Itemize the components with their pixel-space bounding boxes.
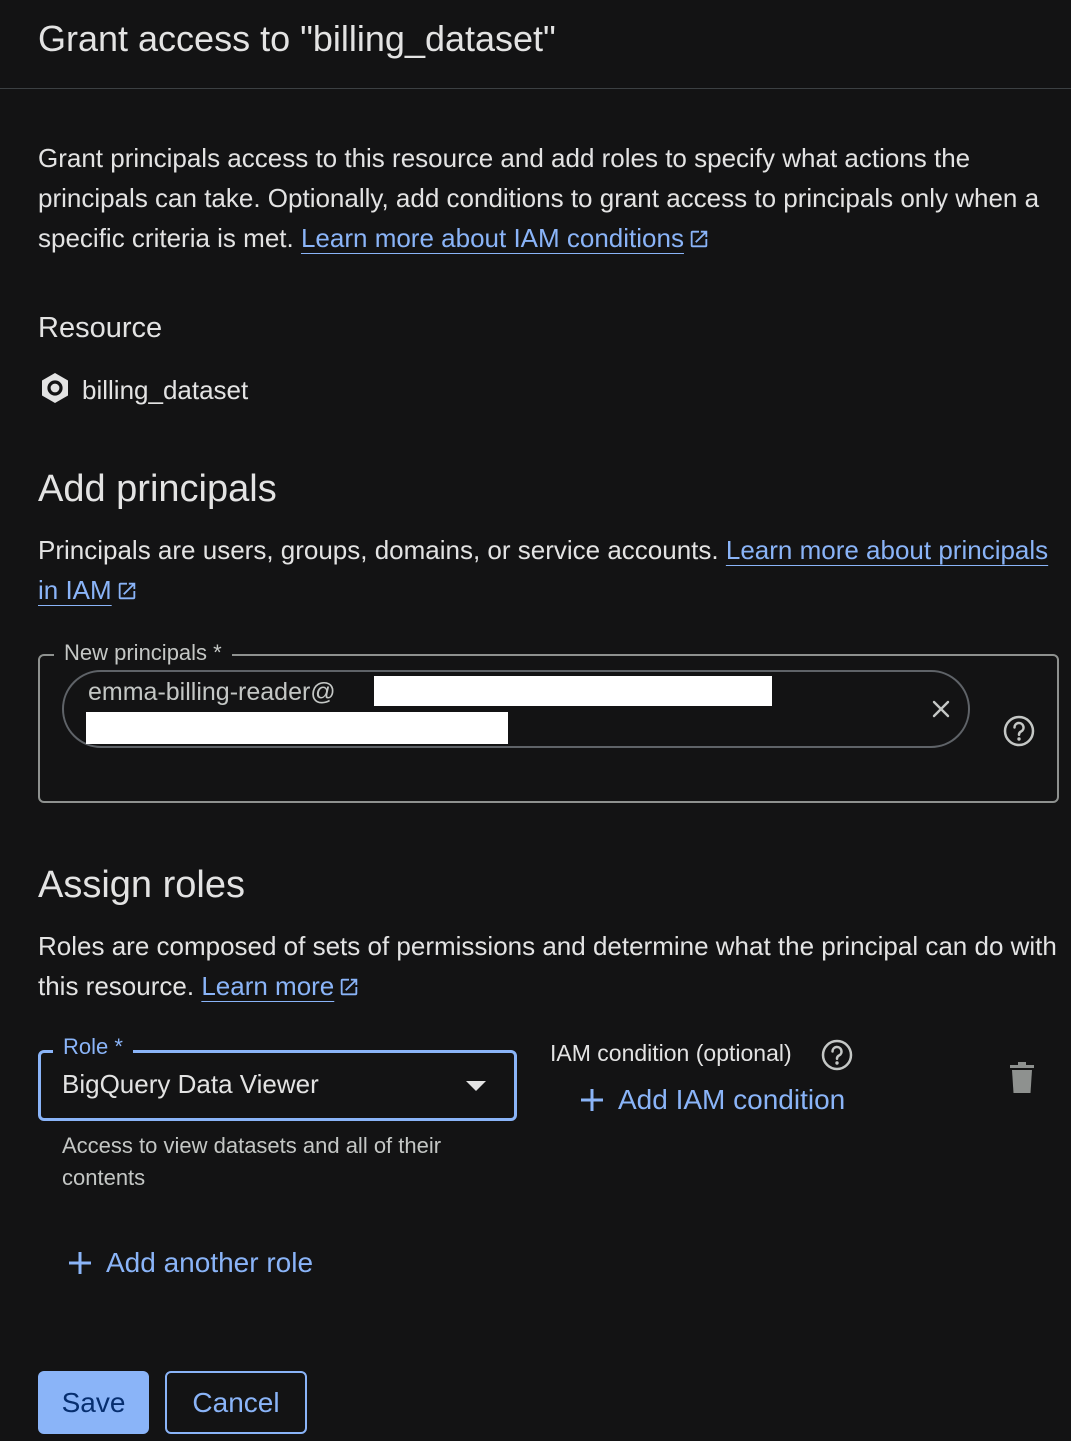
delete-icon[interactable] [1004, 1060, 1040, 1096]
role-selected-value: BigQuery Data Viewer [62, 1069, 319, 1099]
resource-name: billing_dataset [82, 374, 249, 405]
principals-description-text: Principals are users, groups, domains, o… [38, 535, 719, 565]
external-link-icon [338, 969, 360, 1009]
principals-description: Principals are users, groups, domains, o… [38, 530, 1058, 613]
principal-chip-text: emma-billing-reader@ [88, 678, 336, 706]
bigquery-dataset-icon [38, 371, 72, 410]
add-another-role-label: Add another role [106, 1247, 314, 1278]
external-link-icon [116, 573, 138, 613]
plus-icon [581, 1089, 603, 1111]
panel-title: Grant access to "billing_dataset" [38, 18, 556, 59]
role-select[interactable]: Role * BigQuery Data Viewer [38, 1034, 517, 1121]
external-link-icon [688, 221, 710, 261]
plus-icon [69, 1252, 91, 1274]
add-another-role-button[interactable]: Add another role [66, 1247, 313, 1279]
roles-learn-more-link[interactable]: Learn more [201, 971, 334, 1001]
principal-chip[interactable]: emma-billing-reader@ [62, 670, 970, 748]
role-label: Role * [53, 1034, 133, 1060]
cancel-button[interactable]: Cancel [165, 1371, 307, 1434]
resource-heading: Resource [38, 312, 163, 344]
assign-roles-heading: Assign roles [38, 864, 245, 906]
help-icon[interactable] [1002, 714, 1036, 748]
help-icon[interactable] [820, 1038, 854, 1072]
add-principals-heading: Add principals [38, 468, 277, 510]
roles-description-text: Roles are composed of sets of permission… [38, 931, 1057, 1001]
new-principals-label: New principals * [54, 640, 232, 666]
resource-row: billing_dataset [38, 372, 248, 408]
panel-header: Grant access to "billing_dataset" [0, 0, 1071, 89]
add-iam-condition-button[interactable]: Add IAM condition [578, 1084, 845, 1116]
intro-text: Grant principals access to this resource… [38, 138, 1058, 261]
add-iam-condition-label: Add IAM condition [618, 1084, 846, 1115]
iam-condition-label: IAM condition (optional) [550, 1040, 792, 1066]
dropdown-arrow-icon [466, 1081, 486, 1091]
redacted-block [86, 712, 508, 744]
close-icon[interactable] [926, 694, 956, 724]
new-principals-field[interactable]: New principals * emma-billing-reader@ [38, 640, 1059, 803]
save-button[interactable]: Save [38, 1371, 149, 1434]
role-help-text: Access to view datasets and all of their… [62, 1133, 442, 1190]
redacted-block [374, 676, 772, 706]
roles-description: Roles are composed of sets of permission… [38, 926, 1058, 1009]
grant-access-panel: Grant access to "billing_dataset" Grant … [0, 0, 1071, 1441]
iam-conditions-link[interactable]: Learn more about IAM conditions [301, 223, 684, 253]
